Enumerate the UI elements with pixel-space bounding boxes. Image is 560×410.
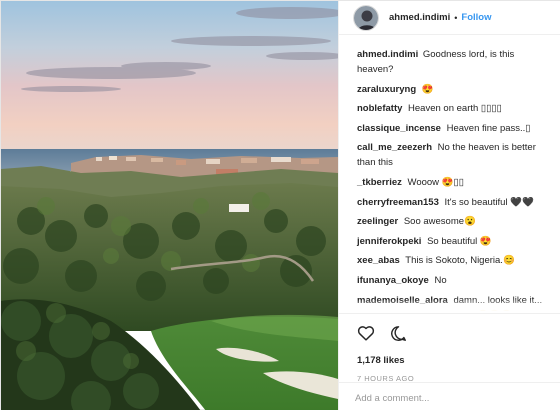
action-buttons (355, 322, 409, 344)
header-username[interactable]: ahmed.indimi (389, 12, 450, 23)
comment-item: zeelinger Soo awesome😮 (357, 214, 546, 229)
comment-item: jenniferokpeki So beautiful 😍 (357, 234, 546, 249)
comment-username[interactable]: zaraluxuryng (357, 84, 416, 95)
comment-item: _tkberriez Wooow 😍▯▯ (357, 175, 546, 190)
comment-text: This is Sokoto, Nigeria.😊 (405, 255, 515, 267)
comment-item: noblefatty Heaven on earth ▯▯▯▯ (357, 101, 546, 116)
comment-item: call_me_zeezerh No the heaven is better … (357, 140, 546, 170)
comment-item: ifunanya_okoye No (357, 273, 546, 288)
comment-text: Wooow 😍▯▯ (407, 176, 464, 188)
comment-username[interactable]: call_me_zeezerh (357, 142, 432, 153)
comment-text: Heaven on earth ▯▯▯▯ (408, 103, 502, 115)
post-side-panel: ahmed.indimi • Follow ahmed.indimi Goodn… (338, 1, 560, 410)
comments-list[interactable]: ahmed.indimi Goodness lord, is this heav… (339, 47, 560, 311)
like-button[interactable] (355, 322, 377, 344)
comment-bubble-icon (390, 325, 406, 341)
post-actions: 1,178 likes 7 HOURS AGO (339, 313, 560, 409)
comment-button[interactable] (387, 322, 409, 344)
instagram-post: ahmed.indimi • Follow ahmed.indimi Goodn… (0, 0, 560, 410)
comment-username[interactable]: classique_incense (357, 123, 441, 134)
comment-username[interactable]: ifunanya_okoye (357, 275, 429, 286)
comment-username[interactable]: ahmed.indimi (357, 49, 418, 60)
likes-count[interactable]: 1,178 likes (357, 355, 405, 366)
follow-button[interactable]: Follow (461, 12, 491, 23)
landscape-image (1, 1, 338, 410)
comment-username[interactable]: zeelinger (357, 216, 398, 227)
header-separator: • (454, 12, 458, 23)
avatar-image (354, 5, 378, 30)
avatar[interactable] (353, 4, 379, 31)
comments-fade (339, 299, 560, 311)
comment-text: Heaven fine pass..▯ (446, 122, 531, 134)
add-comment-bar (339, 382, 560, 410)
comment-text: So beautiful 😍 (427, 235, 492, 247)
comment-text: No (434, 274, 447, 286)
heart-icon (357, 326, 375, 341)
caption-comment: ahmed.indimi Goodness lord, is this heav… (357, 47, 546, 77)
comment-text: 😍 (421, 83, 434, 95)
comment-username[interactable]: jenniferokpeki (357, 236, 421, 247)
comment-item: classique_incense Heaven fine pass..▯ (357, 121, 546, 136)
comment-text: It's so beautiful 🖤🖤 (444, 196, 534, 208)
comment-username[interactable]: noblefatty (357, 103, 402, 114)
comment-username[interactable]: _tkberriez (357, 177, 402, 188)
add-comment-input[interactable] (355, 390, 545, 406)
comment-text: Soo awesome😮 (403, 216, 476, 228)
post-photo[interactable] (1, 1, 338, 410)
comment-item: zaraluxuryng 😍 (357, 82, 546, 97)
comment-username[interactable]: cherryfreeman153 (357, 197, 439, 208)
comment-item: xee_abas This is Sokoto, Nigeria.😊 (357, 253, 546, 268)
post-header: ahmed.indimi • Follow (339, 1, 560, 35)
white-villa (229, 204, 249, 212)
comment-username[interactable]: xee_abas (357, 255, 400, 266)
comment-item: cherryfreeman153 It's so beautiful 🖤🖤 (357, 195, 546, 210)
